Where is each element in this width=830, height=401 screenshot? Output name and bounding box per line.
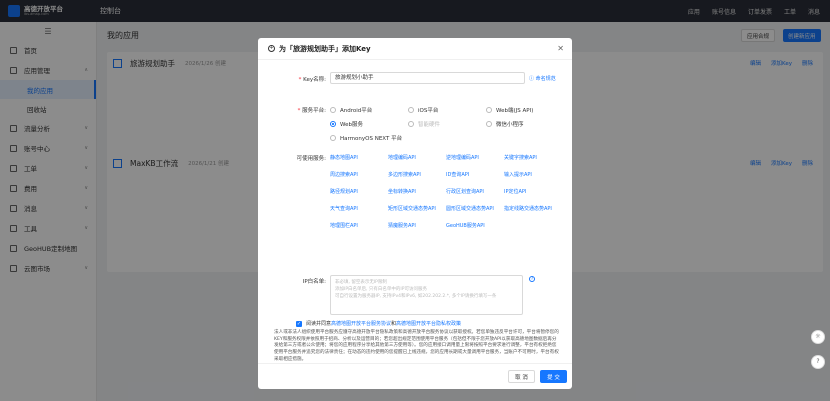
agreement-checkbox[interactable]: ✓ [296, 320, 302, 327]
services-label: 可使用服务: [296, 156, 326, 162]
service-link[interactable]: 输入提示API [504, 171, 532, 178]
service-link[interactable]: 天气查询API [330, 205, 358, 212]
service-link[interactable]: 地理围栏API [330, 222, 358, 229]
ip-whitelist-textarea[interactable]: 非必填, 留空表示无IP限制 添加IP白名单后, 只有白名单中的IP可访问服务 … [330, 275, 523, 315]
service-link[interactable]: 行政区划查询API [446, 188, 484, 195]
terms-notice: 法人或非法人组织使用平台服务应遵守高德开放平台隐私政策和高德开放平台服务协议以获… [274, 330, 559, 362]
service-link[interactable]: 猜魔服务API [388, 222, 416, 229]
platform-harmonyos-radio[interactable]: HarmonyOS NEXT 平台 [330, 134, 402, 142]
service-link[interactable]: ID查询API [446, 171, 469, 178]
service-link[interactable]: 路径规划API [330, 188, 358, 195]
help-icon[interactable]: ? [811, 355, 825, 369]
service-link[interactable]: 指定线路交通态势API [504, 205, 552, 212]
platform-smart-hardware-radio: 智能硬件 [408, 120, 440, 128]
add-key-modal: + 为「旅游规划助手」添加Key ✕ * Key名称: 旅游规划小助手 ⓘ 命名… [258, 38, 572, 389]
service-agreement-link[interactable]: 高德地图开放平台服务协议 [331, 320, 391, 327]
key-name-label: * Key名称: [298, 77, 326, 83]
service-link[interactable]: 周边搜索API [330, 171, 358, 178]
service-link[interactable]: 矩形区域交通态势API [388, 205, 436, 212]
help-icon[interactable]: ? [529, 276, 535, 282]
ip-whitelist-placeholder: 非必填, 留空表示无IP限制 添加IP白名单后, 只有白名单中的IP可访问服务 … [335, 280, 497, 299]
platform-label: * 服务平台: [297, 108, 326, 114]
add-circle-icon: + [268, 45, 275, 52]
service-link[interactable]: 坐标转换API [388, 188, 416, 195]
platform-web-js-radio[interactable]: Web端(JS API) [486, 106, 533, 114]
platform-wechat-radio[interactable]: 微信小程序 [486, 120, 524, 128]
privacy-policy-link[interactable]: 高德地图开放平台隐私权政策 [396, 320, 461, 327]
service-link[interactable]: 多边形搜索API [388, 171, 421, 178]
submit-button[interactable]: 提 交 [540, 370, 567, 383]
service-link[interactable]: 关键字搜索API [504, 154, 537, 161]
close-icon[interactable]: ✕ [557, 44, 564, 53]
platform-web-service-radio[interactable]: Web服务 [330, 120, 363, 128]
service-link[interactable]: 地理编码API [388, 154, 416, 161]
service-link[interactable]: IP定位API [504, 188, 526, 195]
naming-rule-link[interactable]: ⓘ 命名规范 [529, 75, 556, 82]
modal-footer: 取 消 提 交 [258, 363, 572, 389]
service-link[interactable]: 静态地图API [330, 154, 358, 161]
lightbulb-icon[interactable]: ☼ [811, 330, 825, 344]
ip-whitelist-label: IP白名单: [302, 279, 326, 285]
cancel-button[interactable]: 取 消 [508, 370, 535, 383]
modal-title: 为「旅游规划助手」添加Key [279, 44, 371, 53]
service-link[interactable]: 逆地理编码API [446, 154, 479, 161]
platform-ios-radio[interactable]: iOS平台 [408, 106, 438, 114]
key-name-input[interactable]: 旅游规划小助手 [330, 72, 525, 84]
platform-android-radio[interactable]: Android平台 [330, 106, 372, 114]
service-link[interactable]: 圆形区域交通态势API [446, 205, 494, 212]
service-link[interactable]: GeoHUB服务API [446, 222, 485, 229]
agreement-row: ✓ 阅读并同意 高德地图开放平台服务协议 和 高德地图开放平台隐私权政策 [296, 320, 462, 327]
